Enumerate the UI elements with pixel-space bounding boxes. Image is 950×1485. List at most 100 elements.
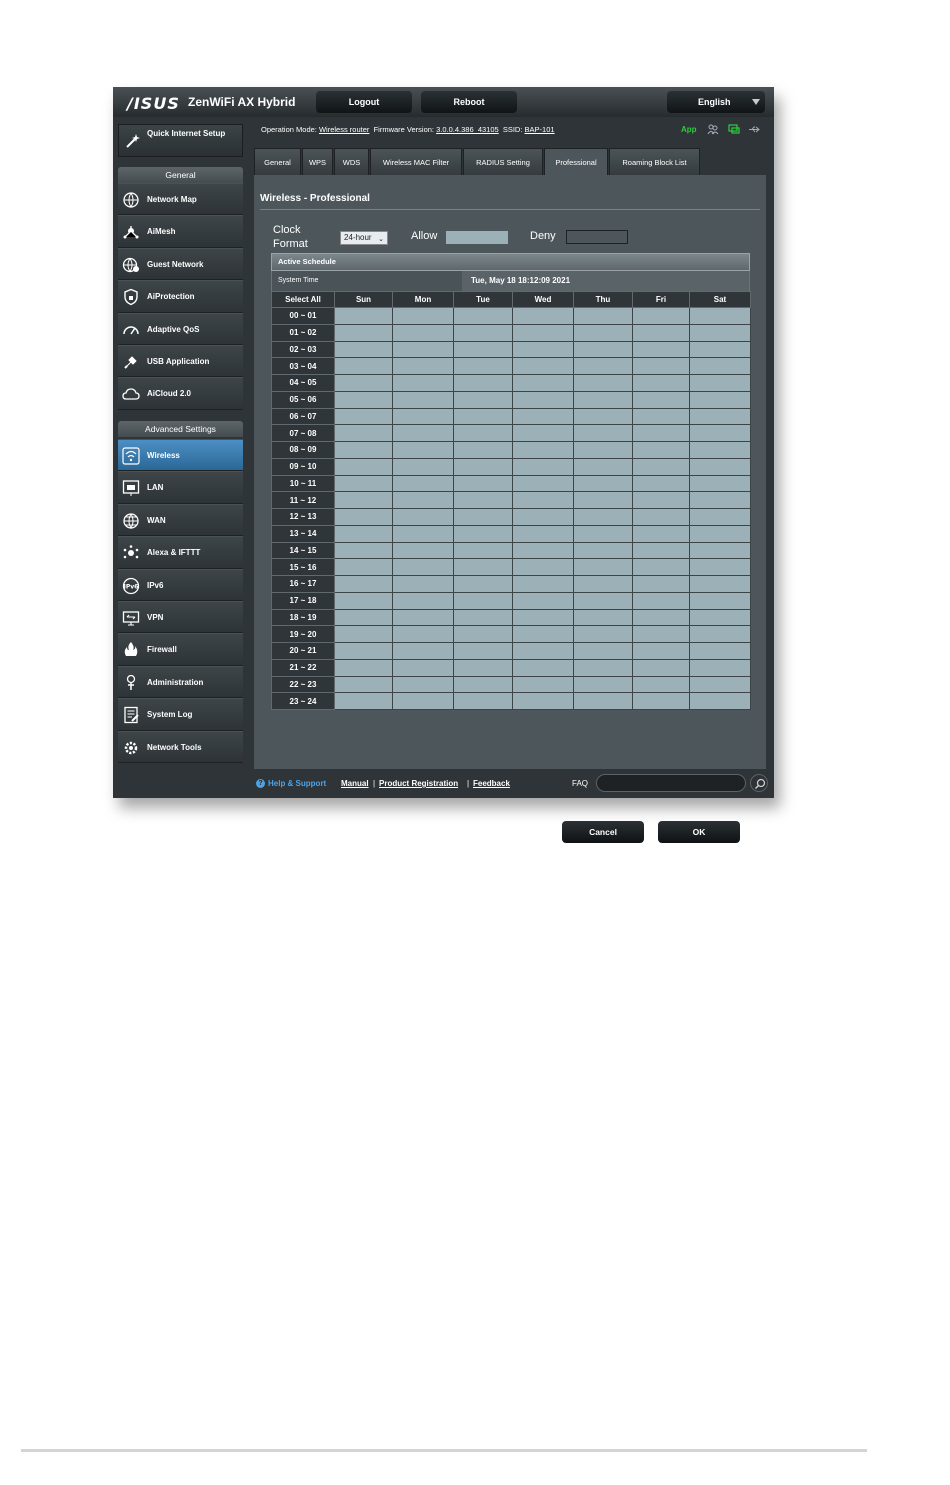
hour-label[interactable]: 17 ~ 18 xyxy=(271,591,335,610)
firmware-link[interactable]: 3.0.0.4.386_43105 xyxy=(436,125,499,134)
sidebar-item-aimesh[interactable]: AiMesh xyxy=(118,215,243,248)
schedule-cell[interactable] xyxy=(632,591,690,610)
schedule-cell[interactable] xyxy=(573,307,633,325)
sidebar-item-network-tools[interactable]: Network Tools xyxy=(118,730,243,763)
faq-search-input[interactable] xyxy=(596,774,746,792)
schedule-cell[interactable] xyxy=(512,374,574,392)
hour-label[interactable]: 23 ~ 24 xyxy=(271,692,335,710)
sidebar-item-administration[interactable]: Administration xyxy=(118,665,243,699)
schedule-cell[interactable] xyxy=(632,390,690,409)
faq-search-button[interactable] xyxy=(750,774,768,792)
schedule-cell[interactable] xyxy=(632,323,690,342)
schedule-cell[interactable] xyxy=(453,307,513,325)
day-header-tue[interactable]: Tue xyxy=(453,291,513,308)
sidebar-item-lan[interactable]: LAN xyxy=(118,471,243,504)
schedule-cell[interactable] xyxy=(334,575,393,593)
schedule-cell[interactable] xyxy=(632,374,690,392)
hour-label[interactable]: 06 ~ 07 xyxy=(271,407,335,426)
schedule-cell[interactable] xyxy=(392,524,454,543)
sidebar-item-aiprotection[interactable]: AiProtection xyxy=(118,280,243,313)
hour-label[interactable]: 15 ~ 16 xyxy=(271,558,335,576)
schedule-cell[interactable] xyxy=(453,608,513,627)
schedule-cell[interactable] xyxy=(392,374,454,392)
schedule-cell[interactable] xyxy=(689,575,751,593)
schedule-cell[interactable] xyxy=(453,457,513,476)
schedule-cell[interactable] xyxy=(334,591,393,610)
schedule-cell[interactable] xyxy=(512,441,574,459)
schedule-cell[interactable] xyxy=(573,441,633,459)
schedule-cell[interactable] xyxy=(689,390,751,409)
product-registration-link[interactable]: Product Registration xyxy=(379,779,458,788)
schedule-cell[interactable] xyxy=(392,491,454,509)
schedule-cell[interactable] xyxy=(573,625,633,643)
hour-label[interactable]: 19 ~ 20 xyxy=(271,625,335,643)
sidebar-item-adaptive-qos[interactable]: Adaptive QoS xyxy=(118,312,243,345)
schedule-cell[interactable] xyxy=(334,608,393,627)
day-header-wed[interactable]: Wed xyxy=(512,291,574,308)
schedule-cell[interactable] xyxy=(453,424,513,442)
tab-radius-setting[interactable]: RADIUS Setting xyxy=(463,148,543,175)
reboot-button[interactable]: Reboot xyxy=(421,91,517,113)
tab-general[interactable]: General xyxy=(254,148,301,175)
schedule-cell[interactable] xyxy=(392,558,454,576)
schedule-cell[interactable] xyxy=(632,541,690,560)
clock-format-select[interactable]: 24-hour ⌄ xyxy=(340,231,388,245)
schedule-cell[interactable] xyxy=(453,323,513,342)
schedule-cell[interactable] xyxy=(334,390,393,409)
day-header-sat[interactable]: Sat xyxy=(689,291,751,308)
schedule-cell[interactable] xyxy=(392,407,454,426)
manual-link[interactable]: Manual xyxy=(341,779,369,788)
schedule-cell[interactable] xyxy=(392,642,454,660)
schedule-cell[interactable] xyxy=(392,575,454,593)
schedule-cell[interactable] xyxy=(334,558,393,576)
hour-label[interactable]: 13 ~ 14 xyxy=(271,524,335,543)
schedule-cell[interactable] xyxy=(512,608,574,627)
usb-status-icon[interactable] xyxy=(748,124,760,135)
language-select[interactable]: English xyxy=(667,91,765,113)
hour-label[interactable]: 11 ~ 12 xyxy=(271,491,335,509)
schedule-cell[interactable] xyxy=(573,374,633,392)
schedule-cell[interactable] xyxy=(632,575,690,593)
schedule-cell[interactable] xyxy=(573,491,633,509)
schedule-cell[interactable] xyxy=(392,307,454,325)
hour-label[interactable]: 10 ~ 11 xyxy=(271,474,335,493)
schedule-cell[interactable] xyxy=(334,642,393,660)
schedule-cell[interactable] xyxy=(334,323,393,342)
schedule-cell[interactable] xyxy=(573,340,633,359)
cancel-button[interactable]: Cancel xyxy=(562,821,644,843)
schedule-cell[interactable] xyxy=(632,625,690,643)
schedule-cell[interactable] xyxy=(334,524,393,543)
schedule-cell[interactable] xyxy=(689,541,751,560)
schedule-cell[interactable] xyxy=(632,558,690,576)
schedule-cell[interactable] xyxy=(632,407,690,426)
schedule-cell[interactable] xyxy=(573,390,633,409)
schedule-cell[interactable] xyxy=(334,508,393,526)
schedule-cell[interactable] xyxy=(632,491,690,509)
quick-internet-setup-button[interactable]: Quick Internet Setup xyxy=(118,124,243,157)
schedule-cell[interactable] xyxy=(392,658,454,677)
schedule-cell[interactable] xyxy=(632,642,690,660)
clients-icon[interactable] xyxy=(707,124,719,135)
hour-label[interactable]: 00 ~ 01 xyxy=(271,307,335,325)
schedule-cell[interactable] xyxy=(689,441,751,459)
schedule-cell[interactable] xyxy=(573,642,633,660)
day-header-sun[interactable]: Sun xyxy=(334,291,393,308)
schedule-cell[interactable] xyxy=(632,424,690,442)
schedule-cell[interactable] xyxy=(453,407,513,426)
schedule-cell[interactable] xyxy=(689,491,751,509)
schedule-cell[interactable] xyxy=(392,625,454,643)
schedule-cell[interactable] xyxy=(573,575,633,593)
schedule-cell[interactable] xyxy=(392,390,454,409)
schedule-cell[interactable] xyxy=(512,340,574,359)
schedule-cell[interactable] xyxy=(392,474,454,493)
schedule-cell[interactable] xyxy=(453,340,513,359)
schedule-cell[interactable] xyxy=(512,457,574,476)
schedule-cell[interactable] xyxy=(334,374,393,392)
schedule-cell[interactable] xyxy=(453,675,513,694)
schedule-cell[interactable] xyxy=(632,675,690,694)
schedule-cell[interactable] xyxy=(632,340,690,359)
schedule-cell[interactable] xyxy=(689,608,751,627)
tab-roaming-block-list[interactable]: Roaming Block List xyxy=(609,148,700,175)
select-all-button[interactable]: Select All xyxy=(271,291,335,308)
schedule-cell[interactable] xyxy=(689,424,751,442)
